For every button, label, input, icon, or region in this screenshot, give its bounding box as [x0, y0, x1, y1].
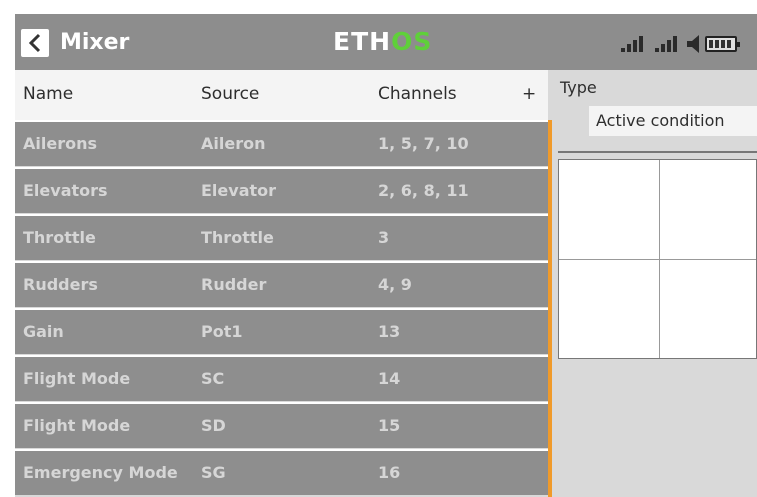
top-bar: Mixer ETHOS	[15, 14, 757, 70]
table-row[interactable]: Flight Mode SD 15	[15, 402, 548, 448]
row-channels: 16	[378, 463, 401, 482]
row-source: Aileron	[201, 134, 266, 153]
table-row[interactable]: Elevators Elevator 2, 6, 8, 11	[15, 167, 548, 213]
row-source: Elevator	[201, 181, 277, 200]
column-header-source[interactable]: Source	[201, 84, 259, 104]
type-label: Type	[560, 78, 597, 97]
row-channels: 3	[378, 228, 390, 247]
row-name: Ailerons	[23, 134, 97, 153]
graph-axis-horizontal	[559, 259, 756, 260]
type-select[interactable]: Active condition	[589, 106, 757, 136]
app-window: Mixer ETHOS Name Source Channels + Ailer…	[15, 14, 757, 497]
row-source: SC	[201, 369, 225, 388]
chevron-left-icon	[28, 33, 41, 53]
row-source: Throttle	[201, 228, 274, 247]
row-source: Rudder	[201, 275, 267, 294]
table-body: Ailerons Aileron 1, 5, 7, 10 Elevators E…	[15, 120, 548, 497]
row-name: Throttle	[23, 228, 96, 247]
row-channels: 4, 9	[378, 275, 412, 294]
table-row[interactable]: Ailerons Aileron 1, 5, 7, 10	[15, 120, 548, 166]
ethos-logo: ETHOS	[333, 26, 432, 58]
mix-detail-panel: Type Active condition	[552, 70, 757, 497]
row-name: Flight Mode	[23, 369, 131, 388]
row-channels: 14	[378, 369, 401, 388]
status-area	[619, 32, 740, 54]
logo-text-os: OS	[391, 27, 433, 56]
row-name: Gain	[23, 322, 64, 341]
back-button[interactable]	[21, 29, 49, 57]
page-title: Mixer	[60, 30, 130, 55]
table-row[interactable]: Rudders Rudder 4, 9	[15, 261, 548, 307]
row-source: Pot1	[201, 322, 243, 341]
signal-900-icon	[653, 32, 683, 54]
row-channels: 2, 6, 8, 11	[378, 181, 469, 200]
row-name: Rudders	[23, 275, 98, 294]
table-row[interactable]: Gain Pot1 13	[15, 308, 548, 354]
table-header: Name Source Channels +	[15, 70, 548, 120]
column-header-name[interactable]: Name	[23, 84, 73, 104]
curve-graph	[558, 159, 757, 359]
speaker-icon	[687, 35, 699, 53]
logo-text-eth: ETH	[333, 27, 392, 56]
mixer-table: Name Source Channels + Ailerons Aileron …	[15, 70, 552, 497]
row-name: Flight Mode	[23, 416, 131, 435]
row-name: Emergency Mode	[23, 463, 178, 482]
row-channels: 13	[378, 322, 401, 341]
row-channels: 15	[378, 416, 401, 435]
row-name: Elevators	[23, 181, 108, 200]
signal-24-icon	[619, 32, 649, 54]
battery-icon	[705, 36, 740, 52]
table-row[interactable]: Flight Mode SC 14	[15, 355, 548, 401]
table-row[interactable]: Throttle Throttle 3	[15, 214, 548, 260]
row-channels: 1, 5, 7, 10	[378, 134, 469, 153]
row-source: SD	[201, 416, 226, 435]
add-mix-button[interactable]: +	[522, 84, 536, 104]
row-source: SG	[201, 463, 226, 482]
table-row[interactable]: Emergency Mode SG 16	[15, 449, 548, 495]
column-header-channels[interactable]: Channels	[378, 84, 457, 104]
divider	[558, 151, 757, 153]
